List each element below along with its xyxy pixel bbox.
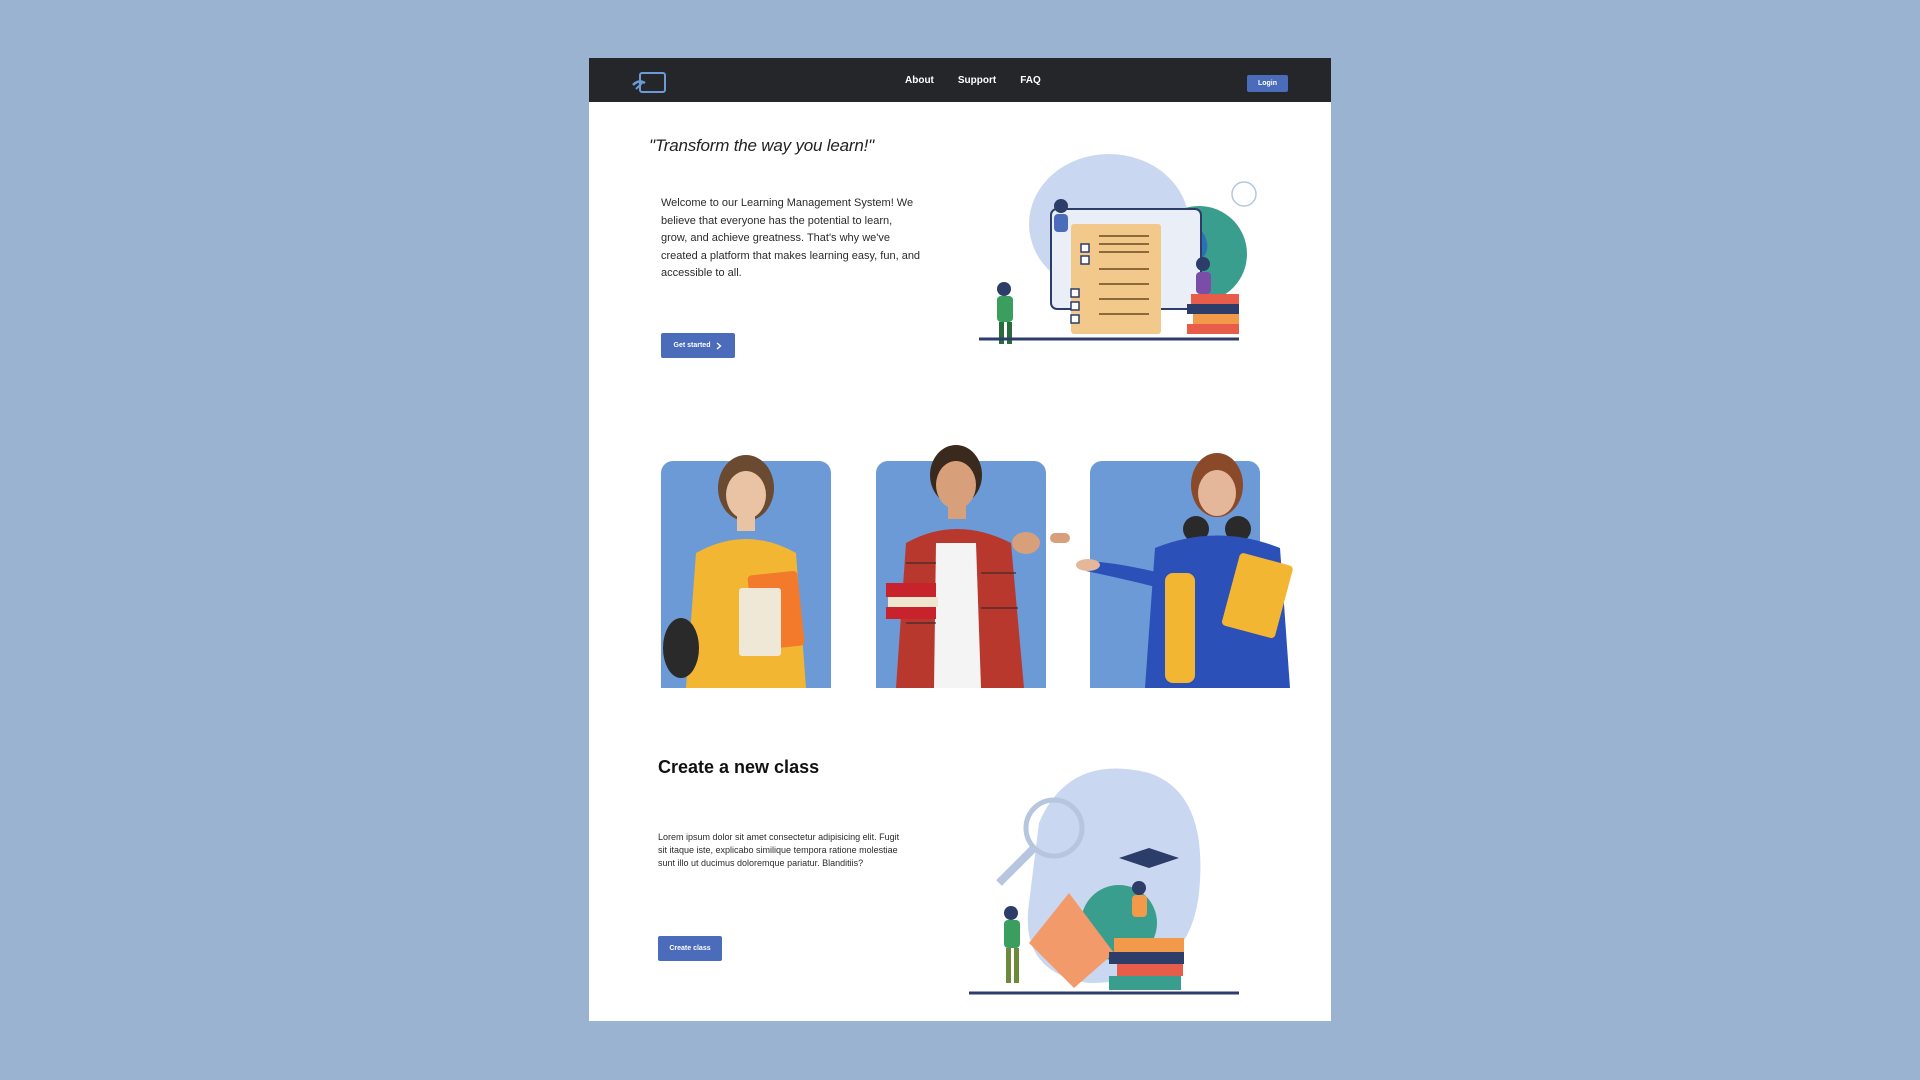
chevron-right-icon	[717, 341, 723, 350]
nav-links: About Support FAQ	[905, 58, 1041, 102]
hero-description: Welcome to our Learning Management Syste…	[661, 197, 921, 280]
create-class-button[interactable]: Create class	[658, 936, 722, 961]
student-plaid-shirt-photo	[886, 445, 1070, 688]
nav-link-about[interactable]: About	[905, 75, 934, 86]
hero-quote: "Transform the way you learn!"	[649, 136, 874, 155]
logo-icon[interactable]	[631, 71, 667, 95]
student-card-1	[661, 455, 831, 688]
student-card-2	[876, 445, 1070, 688]
section-description: Lorem ipsum dolor sit amet consectetur a…	[658, 832, 900, 868]
student-yellow-shirt-photo	[663, 455, 806, 688]
student-blue-hoodie-photo	[1076, 453, 1293, 688]
get-started-label: Get started	[673, 342, 711, 349]
student-card-3	[1076, 453, 1293, 688]
nav-link-faq[interactable]: FAQ	[1020, 75, 1041, 86]
learning-illustration	[979, 154, 1257, 344]
get-started-button[interactable]: Get started	[661, 333, 735, 358]
login-button[interactable]: Login	[1247, 75, 1288, 92]
top-navbar: About Support FAQ Login	[589, 58, 1331, 102]
section-title: Create a new class	[658, 757, 820, 777]
app-window: About Support FAQ Login "Transform the w…	[589, 58, 1331, 1021]
nav-link-support[interactable]: Support	[958, 75, 996, 86]
class-illustration	[969, 768, 1239, 995]
